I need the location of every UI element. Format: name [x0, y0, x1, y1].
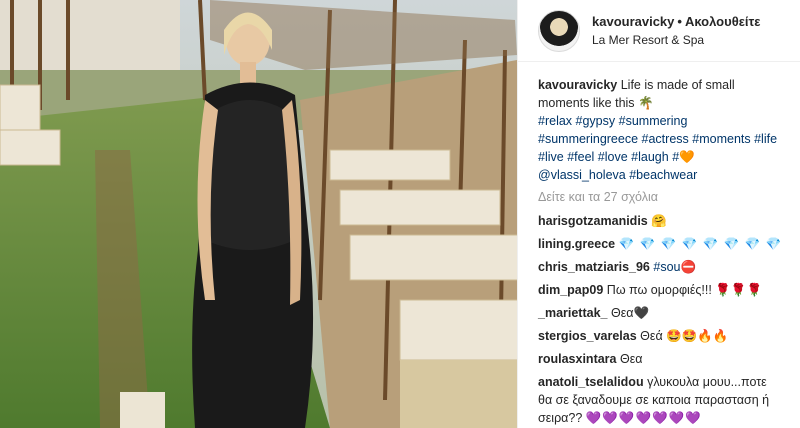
- avatar[interactable]: [538, 9, 580, 52]
- star-eyes-fire-icons: 🤩🤩🔥🔥: [666, 329, 729, 343]
- comment-username[interactable]: roulasxintara: [538, 352, 617, 366]
- comment: harisgotzamanidis 🤗: [538, 212, 784, 230]
- comment: anatoli_tselalidou γλυκουλα μουυ...ποτε …: [538, 373, 784, 427]
- comment-username[interactable]: dim_pap09: [538, 283, 603, 297]
- comment-username[interactable]: chris_matziaris_96: [538, 260, 650, 274]
- hashtag-feel[interactable]: #feel: [567, 150, 594, 164]
- comment-username[interactable]: _mariettak_: [538, 306, 608, 320]
- comment-username[interactable]: anatoli_tselalidou: [538, 375, 644, 389]
- comment: _mariettak_ Θεα🖤: [538, 304, 784, 322]
- post-header: kavouravicky • Ακολουθείτε La Mer Resort &…: [518, 0, 800, 62]
- comment: lining.greece 💎 💎 💎 💎 💎 💎 💎 💎: [538, 235, 784, 253]
- comment-username[interactable]: lining.greece: [538, 237, 615, 251]
- comments-section: kavouravicky Life is made of small momen…: [518, 62, 800, 427]
- post-photo[interactable]: [0, 0, 517, 428]
- following-button[interactable]: Ακολουθείτε: [685, 14, 761, 29]
- comment-username[interactable]: stergios_varelas: [538, 329, 637, 343]
- comment-username[interactable]: harisgotzamanidis: [538, 214, 648, 228]
- hashtag-beachwear[interactable]: #beachwear: [629, 168, 697, 182]
- header-line: kavouravicky • Ακολουθείτε: [592, 13, 760, 30]
- hashtag-life[interactable]: #life: [754, 132, 777, 146]
- no-entry-icon: ⛔: [680, 260, 697, 274]
- comment: roulasxintara Θεα: [538, 350, 784, 368]
- comment-text: Θεα: [610, 306, 634, 320]
- hashtag-love[interactable]: #love: [598, 150, 628, 164]
- orange-heart-icon: 🧡: [679, 150, 695, 164]
- hugging-face-icon: 🤗: [651, 214, 667, 228]
- comment-text: Θεά: [640, 329, 663, 343]
- comment: chris_matziaris_96 #sou⛔: [538, 258, 784, 276]
- palm-tree-icon: 🌴: [638, 96, 654, 110]
- post-sidebar: kavouravicky • Ακολουθείτε La Mer Resort &…: [517, 0, 800, 428]
- hashtag-summeringreece[interactable]: #summeringreece: [538, 132, 638, 146]
- header-info: kavouravicky • Ακολουθείτε La Mer Resort &…: [592, 13, 760, 48]
- comment: stergios_varelas Θεά 🤩🤩🔥🔥: [538, 327, 784, 345]
- comment-text: Θεα: [620, 352, 643, 366]
- black-heart-icon: 🖤: [633, 306, 650, 320]
- header-separator: •: [677, 14, 682, 29]
- rose-icons: 🌹🌹🌹: [715, 283, 763, 297]
- mention-link[interactable]: @vlassi_holeva: [538, 168, 626, 182]
- location-link[interactable]: La Mer Resort & Spa: [592, 32, 760, 48]
- hashtag-actress[interactable]: #actress: [642, 132, 689, 146]
- instagram-post: kavouravicky • Ακολουθείτε La Mer Resort &…: [0, 0, 800, 428]
- hashtag-moments[interactable]: #moments: [692, 132, 750, 146]
- hashtag-relax[interactable]: #relax: [538, 114, 572, 128]
- hashtag-laugh[interactable]: #laugh: [631, 150, 669, 164]
- hashtag-summering[interactable]: #summering: [619, 114, 688, 128]
- post-image: [0, 0, 517, 428]
- hashtag-live[interactable]: #live: [538, 150, 564, 164]
- comment-hashtag[interactable]: #sou: [653, 260, 680, 274]
- hashtag-gypsy[interactable]: #gypsy: [576, 114, 616, 128]
- purple-heart-icons: 💜💜💜💜💜💜💜: [585, 411, 702, 425]
- author-username[interactable]: kavouravicky: [592, 14, 674, 29]
- comment-text: Πω πω ομορφιές!!!: [606, 283, 712, 297]
- gem-icons: 💎 💎 💎 💎 💎 💎 💎 💎: [618, 237, 783, 251]
- view-all-comments[interactable]: Δείτε και τα 27 σχόλια: [538, 188, 784, 206]
- post-caption: kavouravicky Life is made of small momen…: [538, 76, 784, 184]
- hashtag-empty[interactable]: #: [672, 150, 679, 164]
- comment: dim_pap09 Πω πω ομορφιές!!! 🌹🌹🌹: [538, 281, 784, 299]
- caption-username[interactable]: kavouravicky: [538, 78, 617, 92]
